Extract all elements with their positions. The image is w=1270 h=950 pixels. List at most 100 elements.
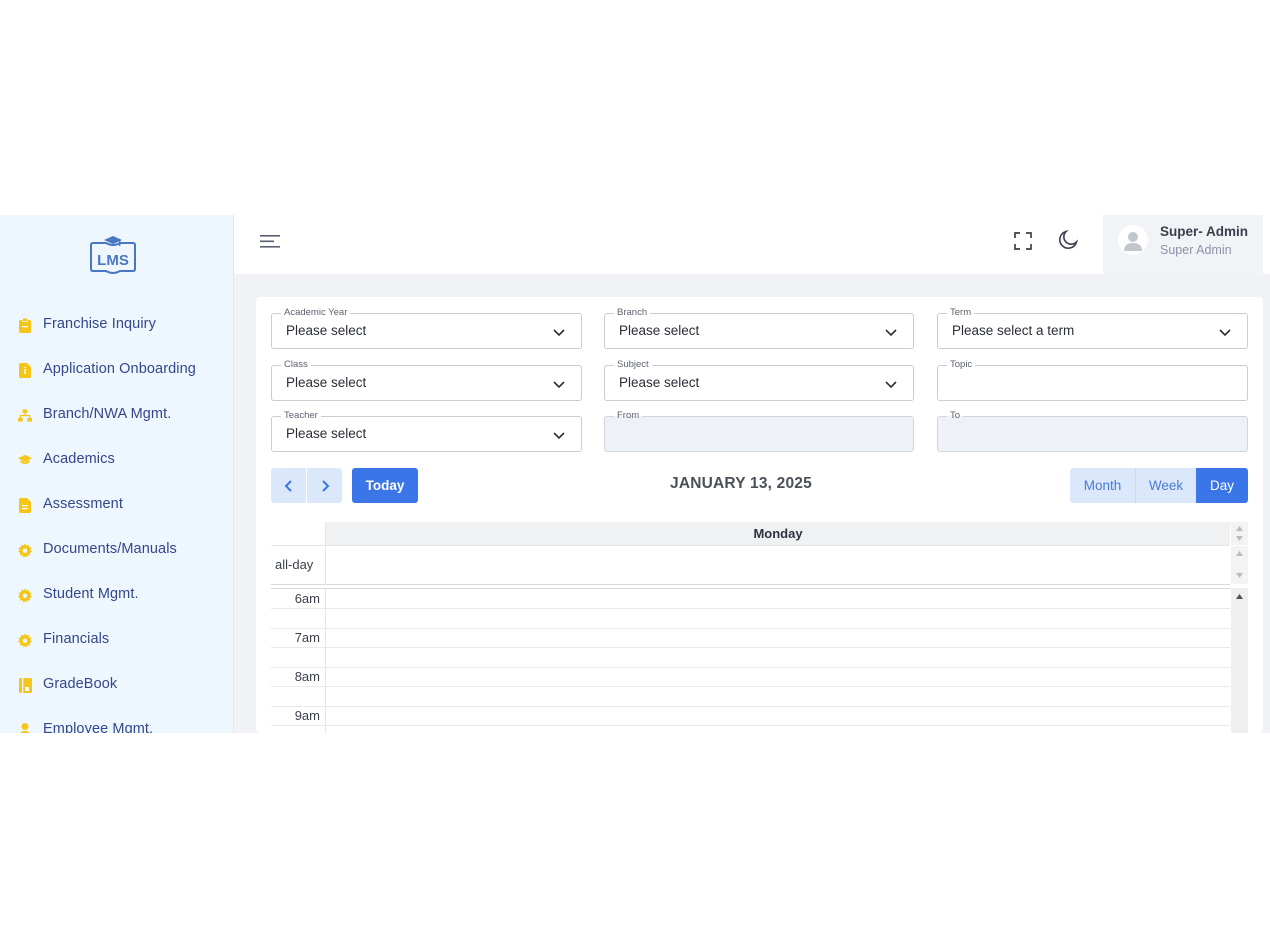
all-day-row: all-day xyxy=(271,545,1230,585)
field-label: Branch xyxy=(614,307,651,319)
sidebar-item-employee-mgmt[interactable]: Employee Mgmt. xyxy=(0,712,233,733)
sidebar-item-label: Assessment xyxy=(43,496,123,512)
all-day-cell[interactable] xyxy=(325,546,1230,585)
sidebar-item-financials[interactable]: Financials xyxy=(0,622,233,658)
top-header: Super- Admin Super Admin xyxy=(234,215,1270,274)
field-value: Please select a term xyxy=(952,323,1075,338)
time-slot-row: 7am xyxy=(271,628,1230,648)
sidebar-item-label: Documents/Manuals xyxy=(43,541,177,557)
gear-icon xyxy=(18,541,32,559)
month-view-button[interactable]: Month xyxy=(1070,468,1136,503)
topic-input[interactable] xyxy=(938,366,1247,400)
clipboard-icon xyxy=(18,316,32,334)
field-value: Please select xyxy=(286,426,367,441)
graduation-cap-icon xyxy=(18,451,32,469)
menu-toggle-icon[interactable] xyxy=(260,233,282,249)
term-select[interactable]: Term Please select a term xyxy=(937,307,1248,349)
time-label: 7am xyxy=(294,630,320,645)
user-profile-menu[interactable]: Super- Admin Super Admin xyxy=(1103,215,1263,274)
field-value: Please select xyxy=(286,375,367,390)
lms-logo[interactable]: LMS xyxy=(88,235,138,275)
time-slot-cell[interactable] xyxy=(325,648,1230,668)
time-slot-cell[interactable] xyxy=(325,667,1230,687)
hierarchy-icon xyxy=(18,406,32,424)
scroll-down-icon xyxy=(1236,536,1243,541)
time-slot-cell[interactable] xyxy=(325,628,1230,648)
app-root: LMS Franchise Inquiry Application Onboar… xyxy=(0,215,1270,733)
sidebar-item-assessment[interactable]: Assessment xyxy=(0,487,233,523)
schedule-card: Academic Year Please select Branch Pleas… xyxy=(256,297,1263,733)
gear-icon xyxy=(18,631,32,649)
scroll-down-icon xyxy=(1236,573,1243,578)
chevron-down-icon xyxy=(553,432,565,440)
document-icon xyxy=(18,361,32,379)
allday-scrollbar[interactable] xyxy=(1231,546,1248,584)
gear-icon xyxy=(18,586,32,604)
field-label: Term xyxy=(947,307,975,319)
to-date-input[interactable] xyxy=(938,417,1247,451)
time-slot-cell[interactable] xyxy=(325,609,1230,629)
next-button[interactable] xyxy=(307,468,342,503)
branch-select[interactable]: Branch Please select xyxy=(604,307,914,349)
sidebar-item-label: Financials xyxy=(43,631,110,647)
time-slot-row xyxy=(271,726,1230,733)
sidebar-item-label: Franchise Inquiry xyxy=(43,316,156,332)
week-view-button[interactable]: Week xyxy=(1136,468,1196,503)
sidebar-item-label: Branch/NWA Mgmt. xyxy=(43,406,172,422)
sidebar: LMS Franchise Inquiry Application Onboar… xyxy=(0,215,234,733)
chevron-down-icon xyxy=(553,329,565,337)
fullscreen-icon[interactable] xyxy=(1014,232,1032,250)
time-slot-row: 8am xyxy=(271,667,1230,687)
sidebar-item-label: Employee Mgmt. xyxy=(43,721,154,733)
file-icon xyxy=(18,496,32,514)
sidebar-item-franchise-inquiry[interactable]: Franchise Inquiry xyxy=(0,307,233,343)
today-button[interactable]: Today xyxy=(352,468,418,503)
sidebar-item-label: Application Onboarding xyxy=(43,361,196,377)
time-slot-cell[interactable] xyxy=(325,589,1230,609)
day-view-button[interactable]: Day xyxy=(1196,468,1248,503)
class-select[interactable]: Class Please select xyxy=(271,359,582,401)
prev-button[interactable] xyxy=(271,468,306,503)
person-icon xyxy=(18,721,32,733)
sidebar-item-student-mgmt[interactable]: Student Mgmt. xyxy=(0,577,233,613)
from-date-field[interactable]: From xyxy=(604,410,914,452)
sidebar-item-academics[interactable]: Academics xyxy=(0,442,233,478)
chevron-right-icon xyxy=(321,479,329,492)
scroll-up-icon xyxy=(1236,594,1243,599)
all-day-label: all-day xyxy=(275,557,314,572)
from-date-input[interactable] xyxy=(605,417,913,451)
time-grid: 6am 7am 8am 9am xyxy=(271,588,1230,733)
chevron-down-icon xyxy=(885,381,897,389)
field-label: Class xyxy=(281,359,311,371)
time-slot-cell[interactable] xyxy=(325,726,1230,733)
user-name: Super- Admin xyxy=(1160,224,1249,239)
sidebar-item-application-onboarding[interactable]: Application Onboarding xyxy=(0,352,233,388)
sidebar-item-gradebook[interactable]: GradeBook xyxy=(0,667,233,703)
calendar-title: JANUARY 13, 2025 xyxy=(670,475,812,492)
topic-field[interactable]: Topic xyxy=(937,359,1248,401)
field-label: Teacher xyxy=(281,410,321,422)
academic-year-select[interactable]: Academic Year Please select xyxy=(271,307,582,349)
logo-text: LMS xyxy=(97,252,129,269)
sidebar-item-branch-nwa[interactable]: Branch/NWA Mgmt. xyxy=(0,397,233,433)
scroll-up-icon xyxy=(1236,526,1243,531)
scroll-up-icon xyxy=(1236,551,1243,556)
moon-icon[interactable] xyxy=(1058,229,1079,250)
avatar xyxy=(1118,225,1148,255)
subject-select[interactable]: Subject Please select xyxy=(604,359,914,401)
sidebar-item-documents-manuals[interactable]: Documents/Manuals xyxy=(0,532,233,568)
day-column-header: Monday xyxy=(325,522,1230,545)
user-role: Super Admin xyxy=(1160,243,1232,257)
chevron-down-icon xyxy=(553,381,565,389)
time-grid-scrollbar[interactable] xyxy=(1231,588,1248,733)
teacher-select[interactable]: Teacher Please select xyxy=(271,410,582,452)
time-slot-cell[interactable] xyxy=(325,706,1230,726)
to-date-field[interactable]: To xyxy=(937,410,1248,452)
chevron-left-icon xyxy=(284,479,292,492)
day-calendar: Monday all-day 6am 7am 8am 9am xyxy=(271,522,1248,733)
time-slot-row xyxy=(271,648,1230,668)
time-label: 8am xyxy=(294,669,320,684)
time-label: 9am xyxy=(294,708,320,723)
header-scrollbar[interactable] xyxy=(1231,522,1248,545)
time-slot-cell[interactable] xyxy=(325,687,1230,707)
